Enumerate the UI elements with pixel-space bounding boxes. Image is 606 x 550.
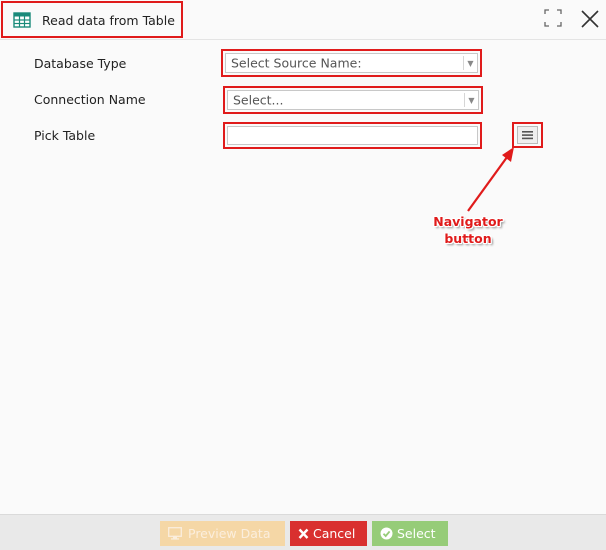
close-icon[interactable] bbox=[580, 9, 600, 29]
monitor-icon bbox=[168, 527, 182, 540]
title-highlight-box: Read data from Table bbox=[1, 1, 183, 38]
database-type-select[interactable]: Select Source Name: ▼ bbox=[225, 53, 478, 73]
dialog-header: Read data from Table bbox=[0, 0, 606, 40]
menu-icon bbox=[522, 131, 533, 140]
cancel-label: Cancel bbox=[313, 526, 356, 541]
select-button[interactable]: Select bbox=[372, 521, 448, 546]
cancel-button[interactable]: Cancel bbox=[290, 521, 367, 546]
chevron-down-icon[interactable]: ▼ bbox=[464, 93, 478, 107]
select-label: Select bbox=[397, 526, 436, 541]
expand-icon[interactable] bbox=[544, 9, 562, 27]
navigator-annotation: Navigator button bbox=[429, 213, 507, 247]
database-type-label: Database Type bbox=[34, 56, 127, 71]
annotation-line1: Navigator bbox=[433, 214, 503, 229]
connection-name-value: Select... bbox=[233, 92, 284, 108]
close-icon bbox=[298, 528, 309, 539]
connection-name-select[interactable]: Select... ▼ bbox=[227, 90, 479, 110]
connection-name-label: Connection Name bbox=[34, 92, 146, 107]
dialog-title: Read data from Table bbox=[42, 13, 175, 28]
pick-table-input[interactable] bbox=[227, 126, 478, 145]
database-type-highlight: Select Source Name: ▼ bbox=[221, 49, 482, 77]
pick-table-label: Pick Table bbox=[34, 128, 96, 143]
dialog-footer: Preview Data Cancel Select bbox=[0, 514, 606, 550]
preview-data-button[interactable]: Preview Data bbox=[160, 521, 285, 546]
database-type-value: Select Source Name: bbox=[231, 55, 362, 71]
navigator-button[interactable] bbox=[517, 126, 538, 144]
check-circle-icon bbox=[380, 527, 393, 540]
annotation-line2: button bbox=[444, 231, 492, 246]
preview-data-label: Preview Data bbox=[188, 526, 271, 541]
annotation-arrow bbox=[467, 147, 514, 212]
chevron-down-icon[interactable]: ▼ bbox=[463, 56, 477, 70]
pick-table-highlight bbox=[223, 122, 482, 149]
table-icon bbox=[13, 12, 31, 28]
connection-name-highlight: Select... ▼ bbox=[223, 86, 483, 114]
